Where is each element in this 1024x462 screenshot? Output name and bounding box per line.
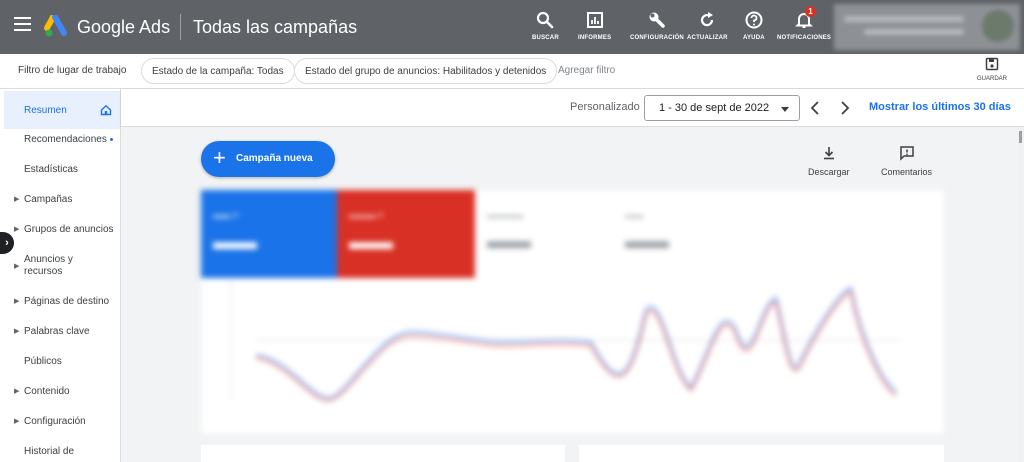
- save-icon: [985, 57, 999, 71]
- date-range-bar: Personalizado 1 - 30 de sept de 2022 Mos…: [121, 89, 1024, 127]
- help-icon: [745, 11, 763, 29]
- workspace-filter-label[interactable]: Filtro de lugar de trabajo: [18, 65, 126, 76]
- caret-right-icon: ▶: [14, 263, 20, 270]
- metric-value-redacted: ▬▬: [213, 229, 257, 254]
- filter-bar: Filtro de lugar de trabajo Estado de la …: [0, 54, 1024, 89]
- reports-button[interactable]: INFORMES: [578, 10, 611, 41]
- save-label: GUARDAR: [976, 76, 1007, 82]
- wrench-icon: [649, 12, 665, 28]
- performance-chart: [230, 280, 901, 402]
- reports-label: INFORMES: [578, 35, 612, 41]
- refresh-label: ACTUALIZAR: [687, 35, 728, 41]
- metric-tile-impressions[interactable]: ▬▬▬ ▾ ▬▬: [337, 190, 475, 278]
- download-label: Descargar: [808, 167, 850, 177]
- main-content: + Campaña nueva Descargar Comentarios ▬▬…: [121, 127, 1024, 462]
- sidebar-nav: Resumen Recomendaciones Estadísticas ▶ C…: [0, 89, 121, 462]
- top-app-bar: Google Ads Todas las campañas BUSCAR INF…: [0, 0, 1024, 54]
- caret-right-icon: ▶: [14, 388, 20, 395]
- chevron-right-icon: ›: [5, 237, 9, 249]
- reports-icon: [586, 12, 603, 28]
- sidebar-item-label: Páginas de destino: [24, 296, 110, 307]
- page-title: Todas las campañas: [193, 17, 358, 37]
- caret-right-icon: ▶: [14, 328, 20, 335]
- refresh-button[interactable]: ACTUALIZAR: [687, 10, 728, 41]
- dropdown-arrow-icon: [781, 107, 789, 112]
- caret-right-icon: ▶: [14, 418, 20, 425]
- sidebar-item-label: Estadísticas: [24, 164, 78, 175]
- sidebar-item-label: Configuración: [24, 416, 86, 427]
- new-campaign-label: Campaña nueva: [236, 153, 313, 164]
- metric-label-redacted: ▬▬ ▾: [213, 210, 239, 220]
- plus-icon: +: [213, 145, 226, 170]
- account-switcher[interactable]: [834, 4, 1020, 50]
- home-icon: [100, 104, 112, 116]
- feedback-label: Comentarios: [881, 167, 933, 177]
- show-last-30-days-link[interactable]: Mostrar los últimos 30 días: [869, 101, 1011, 113]
- metric-label-redacted: ▬▬▬ ▾: [349, 210, 384, 220]
- date-range-picker[interactable]: 1 - 30 de sept de 2022: [644, 95, 800, 121]
- avatar: [982, 10, 1014, 42]
- save-button[interactable]: GUARDAR: [974, 57, 1010, 82]
- adgroup-status-filter-chip[interactable]: Estado del grupo de anuncios: Habilitado…: [294, 58, 558, 84]
- search-icon: [537, 11, 554, 29]
- title-divider: [180, 14, 181, 40]
- help-label: AYUDA: [743, 35, 765, 41]
- notifications-label: NOTIFICACIONES: [777, 35, 832, 41]
- sidebar-item-label: Historial de: [24, 446, 75, 457]
- account-email-redacted: [864, 29, 964, 35]
- sidebar-item-label: Palabras clave: [24, 326, 90, 337]
- sidebar-item-label: Anuncios y recursos: [24, 254, 73, 277]
- settings-label: CONFIGURACIÓN: [630, 35, 684, 41]
- metric-tile-clicks[interactable]: ▬▬ ▾ ▬▬: [201, 190, 337, 278]
- sidebar-item-label: Públicos: [24, 356, 62, 367]
- sidebar-item-label: Campañas: [24, 194, 73, 205]
- account-name-redacted: [844, 16, 964, 22]
- metric-value-redacted: ▬▬: [487, 228, 531, 253]
- search-label: BUSCAR: [532, 35, 559, 41]
- sidebar-item-label: Contenido: [24, 386, 70, 397]
- metric-value-redacted: ▬▬: [625, 228, 669, 253]
- download-button[interactable]: Descargar: [808, 145, 850, 177]
- campaign-status-filter-chip[interactable]: Estado de la campaña: Todas: [141, 58, 295, 84]
- notification-badge: 1: [805, 6, 816, 17]
- settings-button[interactable]: CONFIGURACIÓN: [630, 10, 684, 41]
- new-indicator-dot: [109, 137, 113, 141]
- caret-right-icon: ▶: [14, 226, 20, 233]
- sidebar-item-label: Recomendaciones: [24, 134, 113, 146]
- feedback-button[interactable]: Comentarios: [881, 145, 932, 177]
- previous-period-icon[interactable]: [807, 98, 823, 118]
- help-button[interactable]: AYUDA: [743, 10, 765, 41]
- date-range-type: Personalizado: [570, 101, 640, 113]
- feedback-icon: [899, 146, 914, 161]
- metric-tile-3[interactable]: ▬▬▬▬ ▬▬: [475, 190, 613, 278]
- menu-icon[interactable]: [14, 17, 32, 37]
- caret-right-icon: ▶: [14, 196, 20, 203]
- metric-value-redacted: ▬▬: [349, 229, 393, 254]
- sidebar-item-resumen[interactable]: Resumen: [4, 91, 120, 129]
- download-icon: [823, 147, 834, 160]
- metric-label-redacted: ▬▬▬▬: [487, 210, 523, 220]
- brand-name: Google Ads: [77, 17, 171, 37]
- google-ads-logo: [44, 15, 67, 37]
- caret-right-icon: ▶: [14, 298, 20, 305]
- search-button[interactable]: BUSCAR: [532, 10, 559, 41]
- date-range-value: 1 - 30 de sept de 2022: [659, 102, 770, 114]
- sidebar-item-label: Grupos de anuncios: [24, 224, 114, 235]
- metric-tile-4[interactable]: ▬▬ ▬▬: [613, 190, 751, 278]
- next-period-icon[interactable]: [837, 98, 853, 118]
- metric-label-redacted: ▬▬: [625, 210, 643, 220]
- scrollbar-thumb[interactable]: [1019, 131, 1022, 143]
- performance-card-blurred: ▬▬ ▾ ▬▬ ▬▬▬ ▾ ▬▬ ▬▬ ▬▬ ▬▬ ▬▬ ▬▬: [201, 190, 944, 434]
- summary-card-right: [579, 445, 944, 462]
- summary-card-left: [201, 445, 565, 462]
- notifications-button[interactable]: 1 NOTIFICACIONES: [777, 6, 832, 41]
- sidebar-item-label: Resumen: [24, 105, 67, 116]
- refresh-icon: [701, 12, 714, 27]
- new-campaign-button[interactable]: + Campaña nueva: [201, 141, 335, 177]
- add-filter-link[interactable]: Agregar filtro: [558, 65, 615, 76]
- main-scrollbar[interactable]: [1018, 127, 1024, 462]
